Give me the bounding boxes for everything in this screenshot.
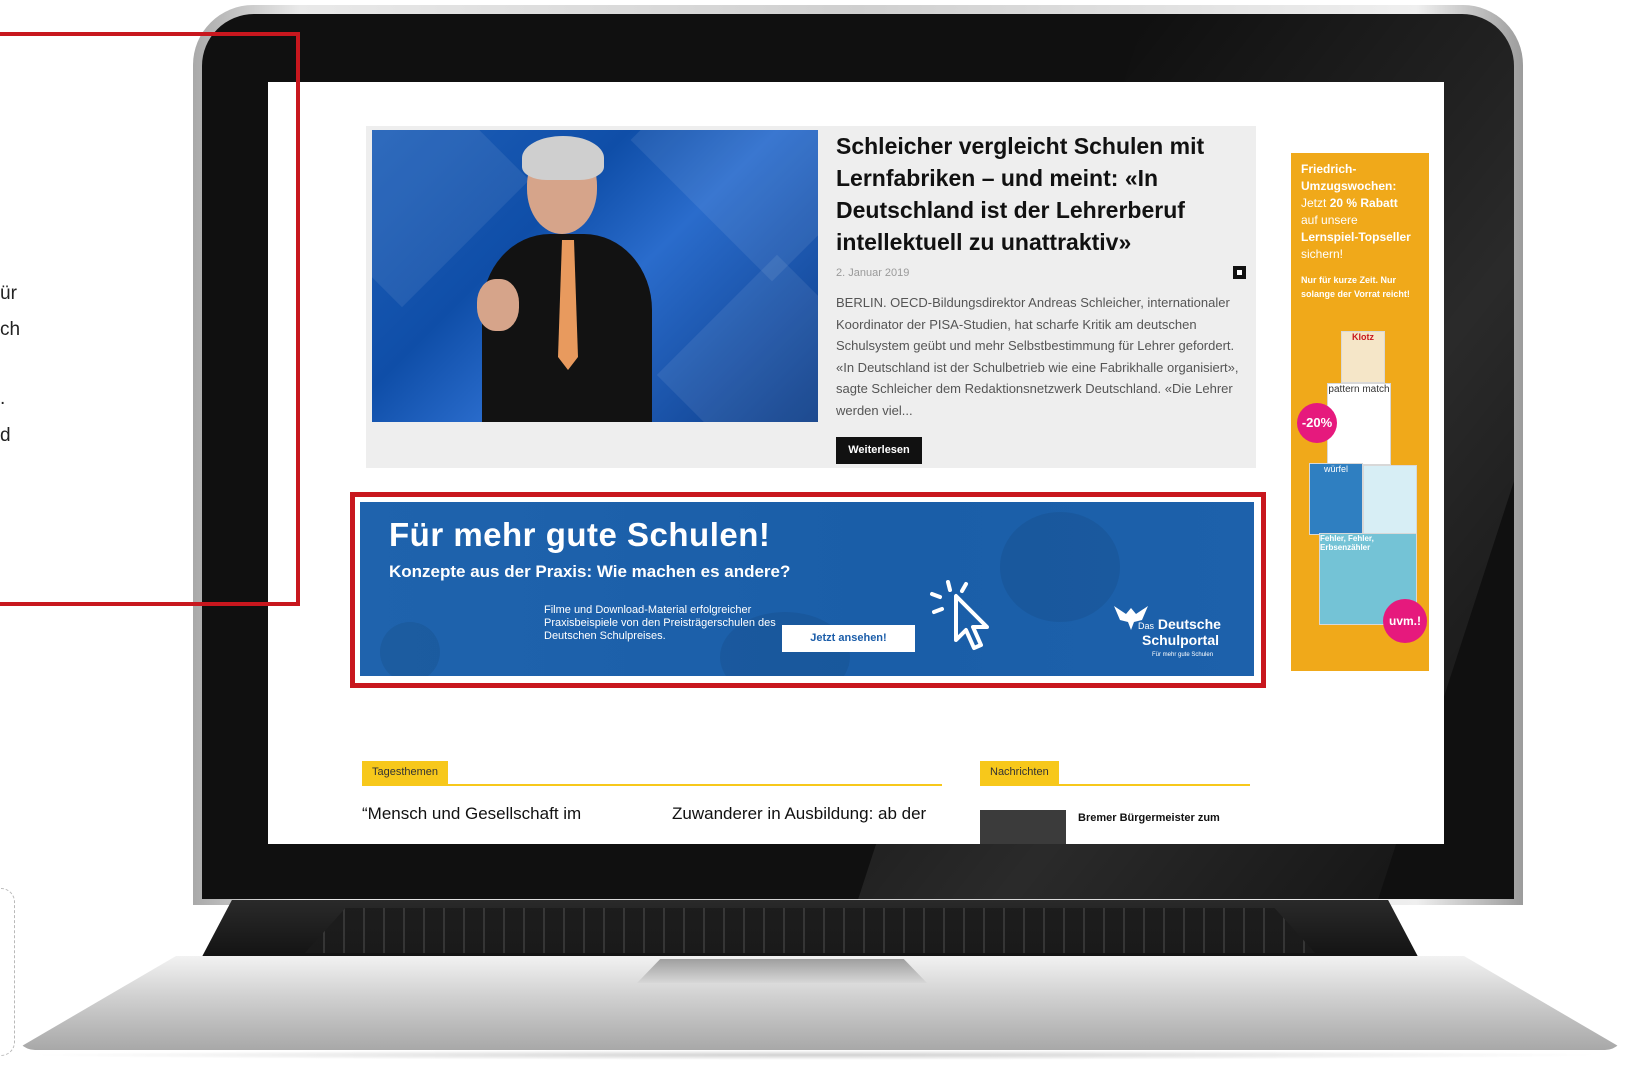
floor-shadow bbox=[20, 1050, 1610, 1060]
logo-deutsche: Deutsche bbox=[1157, 616, 1221, 632]
ad-product-wuerfel: würfel bbox=[1309, 463, 1363, 535]
ad-product-text: Lernspiel-Topseller bbox=[1301, 230, 1411, 244]
ad-discount-text: 20 % Rabatt bbox=[1329, 196, 1398, 210]
news-headline[interactable]: Bremer Bürgermeister zum bbox=[1078, 812, 1220, 824]
tab-tagesthemen[interactable]: Tagesthemen bbox=[362, 761, 449, 784]
tab-nachrichten[interactable]: Nachrichten bbox=[980, 761, 1059, 784]
banner-decoration bbox=[1000, 512, 1120, 622]
sidebar-advertisement[interactable]: Friedrich-Umzugswochen: Jetzt 20 % Rabat… bbox=[1291, 153, 1429, 671]
news-thumbnail[interactable] bbox=[980, 810, 1066, 844]
speaker-hand bbox=[477, 279, 519, 331]
cursor-click-icon bbox=[930, 580, 989, 650]
logo-tagline: Für mehr gute Schulen bbox=[1152, 652, 1214, 658]
teaser-headline[interactable]: “Mensch und Gesellschaft im bbox=[362, 804, 581, 824]
ad-text: sichern! bbox=[1301, 247, 1344, 261]
speaker-hair bbox=[522, 136, 604, 180]
laptop-screen: Schleicher vergleicht Schulen mit Lernfa… bbox=[268, 82, 1444, 844]
banner-decoration bbox=[380, 622, 440, 676]
dotted-outline bbox=[0, 888, 15, 1056]
banner-title: Für mehr gute Schulen! bbox=[389, 516, 771, 553]
ad-text: Jetzt bbox=[1301, 196, 1327, 210]
trackpad bbox=[637, 959, 927, 983]
article-excerpt: BERLIN. OECD-Bildungsdirektor Andreas Sc… bbox=[836, 295, 1239, 418]
ad-text: auf unsere bbox=[1301, 213, 1358, 227]
ad-product-box bbox=[1363, 465, 1417, 537]
keyboard bbox=[305, 908, 1315, 953]
highlight-connector-line bbox=[0, 32, 300, 606]
banner-subtitle: Konzepte aus der Praxis: Wie machen es a… bbox=[389, 562, 791, 581]
article-date: 2. Januar 2019 bbox=[836, 267, 910, 279]
teaser-headline[interactable]: Zuwanderer in Ausbildung: ab der bbox=[672, 804, 926, 824]
featured-article: Schleicher vergleicht Schulen mit Lernfa… bbox=[366, 126, 1256, 468]
watch-now-button[interactable]: Jetzt ansehen! bbox=[782, 625, 915, 652]
banner-description: Filme und Download-Material erfolgreiche… bbox=[544, 604, 776, 642]
article-title[interactable]: Schleicher vergleicht Schulen mit Lernfa… bbox=[836, 130, 1246, 258]
speaker-figure bbox=[427, 134, 687, 422]
ad-limited-note: Nur für kurze Zeit. Nur solange der Vorr… bbox=[1301, 275, 1410, 299]
ad-discount-badge: -20% bbox=[1297, 403, 1337, 443]
ad-headline: Friedrich-Umzugswochen: bbox=[1301, 162, 1397, 193]
section-divider bbox=[362, 784, 942, 786]
logo-small-text: Das bbox=[1138, 621, 1155, 631]
section-divider bbox=[980, 784, 1250, 786]
comment-icon[interactable] bbox=[1233, 266, 1246, 279]
article-photo[interactable] bbox=[372, 130, 818, 422]
ad-offer-text: Jetzt 20 % Rabatt auf unsere Lernspiel-T… bbox=[1301, 195, 1427, 263]
schulportal-banner[interactable]: Für mehr gute Schulen! Konzepte aus der … bbox=[360, 502, 1254, 676]
ad-product-klotz: Klotz bbox=[1341, 331, 1385, 383]
laptop-base bbox=[15, 900, 1625, 1050]
schulportal-logo[interactable]: Das Deutsche Schulportal Für mehr gute S… bbox=[1112, 602, 1232, 662]
logo-text-line2: Schulportal bbox=[1142, 632, 1220, 648]
logo-text-line1: Das Deutsche bbox=[1138, 616, 1221, 632]
ad-more-badge: uvm.! bbox=[1383, 599, 1427, 643]
read-more-button[interactable]: Weiterlesen bbox=[836, 437, 922, 464]
